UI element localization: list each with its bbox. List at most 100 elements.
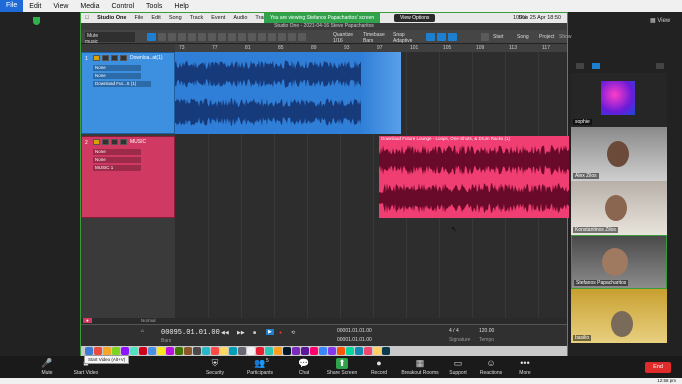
song-button[interactable]: Song bbox=[517, 33, 529, 41]
participant-tile-4[interactable]: Stefanos Papacharitos bbox=[571, 235, 667, 289]
dock-app-icon[interactable] bbox=[301, 347, 309, 355]
dock-app-icon[interactable] bbox=[247, 347, 255, 355]
dock-app-icon[interactable] bbox=[202, 347, 210, 355]
arrow-tool-icon[interactable] bbox=[147, 33, 156, 41]
redo-icon[interactable] bbox=[238, 33, 246, 41]
snap-grid-icon[interactable] bbox=[437, 33, 446, 41]
tempo[interactable]: 120.00 bbox=[479, 328, 494, 334]
rewind-icon[interactable]: ◀◀ bbox=[221, 330, 229, 336]
split-tool-icon[interactable] bbox=[168, 33, 176, 41]
menu-tools[interactable]: Tools bbox=[140, 3, 168, 10]
snap-icon[interactable] bbox=[298, 33, 306, 41]
track-1-channel[interactable]: Download Fut...S (1) bbox=[93, 81, 151, 87]
breakout-rooms-button[interactable]: ▦ Breakout Rooms bbox=[398, 358, 442, 376]
forward-icon[interactable]: ▶▶ bbox=[237, 330, 245, 336]
track-2-channel[interactable]: MUSIC 1 bbox=[93, 165, 141, 171]
dock-app-icon[interactable] bbox=[337, 347, 345, 355]
eraser-tool-icon[interactable] bbox=[178, 33, 186, 41]
dock-app-icon[interactable] bbox=[94, 347, 102, 355]
snap-toggle-icon[interactable] bbox=[426, 33, 435, 41]
dock-app-icon[interactable] bbox=[175, 347, 183, 355]
track-2-mute-button[interactable] bbox=[93, 139, 100, 145]
dock-app-icon[interactable] bbox=[265, 347, 273, 355]
audio-clip-2[interactable] bbox=[379, 136, 569, 218]
end-meeting-button[interactable]: End bbox=[645, 362, 671, 373]
dock-app-icon[interactable] bbox=[157, 347, 165, 355]
time-display[interactable]: 00095.01.01.00 bbox=[161, 329, 220, 337]
dock-app-icon[interactable] bbox=[166, 347, 174, 355]
dock-app-icon[interactable] bbox=[292, 347, 300, 355]
dock-app-icon[interactable] bbox=[130, 347, 138, 355]
record-tab[interactable]: ● bbox=[83, 318, 92, 323]
dock-app-icon[interactable] bbox=[139, 347, 147, 355]
track-2-name[interactable]: MUSIC bbox=[130, 139, 146, 145]
track-header-1[interactable]: 1 Downloa..at(1) None None Download Fut.… bbox=[81, 52, 175, 134]
track-1-solo-button[interactable] bbox=[102, 55, 109, 61]
record-icon[interactable]: ● bbox=[279, 330, 282, 336]
track-2-output[interactable]: None bbox=[93, 157, 141, 163]
dock-app-icon[interactable] bbox=[229, 347, 237, 355]
track-1-name[interactable]: Downloa..at(1) bbox=[130, 55, 163, 61]
loop-end[interactable]: 00001.01.01.00 bbox=[337, 337, 372, 343]
dock-app-icon[interactable] bbox=[112, 347, 120, 355]
loop-toggle-icon[interactable]: ⟲ bbox=[291, 330, 295, 336]
mute-tool-icon[interactable] bbox=[198, 33, 206, 41]
gallery-view-icon[interactable] bbox=[576, 63, 584, 69]
chat-button[interactable]: 💬 Chat bbox=[284, 358, 324, 376]
mac-menu-audio[interactable]: Audio bbox=[229, 15, 251, 21]
dock-app-icon[interactable] bbox=[373, 347, 381, 355]
listen-tool-icon[interactable] bbox=[218, 33, 226, 41]
mac-menu-file[interactable]: File bbox=[130, 15, 147, 21]
menu-help[interactable]: Help bbox=[168, 3, 194, 10]
dock-app-icon[interactable] bbox=[310, 347, 318, 355]
range-tool-icon[interactable] bbox=[158, 33, 166, 41]
record-button[interactable]: ● Record bbox=[359, 358, 399, 376]
dock-app-icon[interactable] bbox=[355, 347, 363, 355]
track-1-monitor-button[interactable] bbox=[120, 55, 127, 61]
project-button[interactable]: Project bbox=[539, 33, 555, 41]
play-icon[interactable]: ▶ bbox=[266, 329, 274, 335]
menu-control[interactable]: Control bbox=[105, 3, 140, 10]
autoscroll-icon[interactable] bbox=[258, 33, 266, 41]
dock-app-icon[interactable] bbox=[211, 347, 219, 355]
mac-menu-song[interactable]: Song bbox=[165, 15, 186, 21]
share-screen-button[interactable]: ⬆ Share Screen bbox=[322, 358, 362, 376]
menu-edit[interactable]: Edit bbox=[23, 3, 47, 10]
dock-app-icon[interactable] bbox=[256, 347, 264, 355]
undo-icon[interactable] bbox=[228, 33, 236, 41]
menu-media[interactable]: Media bbox=[74, 3, 105, 10]
dock-app-icon[interactable] bbox=[148, 347, 156, 355]
track-1-record-button[interactable] bbox=[111, 55, 118, 61]
speaker-view-icon[interactable] bbox=[592, 63, 600, 69]
dock-app-icon[interactable] bbox=[184, 347, 192, 355]
help-icon[interactable] bbox=[248, 33, 256, 41]
dock-app-icon[interactable] bbox=[274, 347, 282, 355]
track-1-output[interactable]: None bbox=[93, 73, 141, 79]
dock-app-icon[interactable] bbox=[346, 347, 354, 355]
timeline-ruler[interactable]: 73 77 81 85 89 93 97 101 105 109 113 117 bbox=[175, 44, 567, 52]
show-button[interactable]: Show bbox=[559, 33, 572, 41]
view-options-button[interactable]: View Options bbox=[394, 14, 436, 22]
dock-app-icon[interactable] bbox=[364, 347, 372, 355]
loop-start[interactable]: 00001.01.01.00 bbox=[337, 328, 372, 334]
dock-app-icon[interactable] bbox=[319, 347, 327, 355]
track-1-mute-button[interactable] bbox=[93, 55, 100, 61]
mute-button[interactable]: 🎤 Mute bbox=[27, 358, 67, 376]
track-2-input[interactable]: None bbox=[93, 149, 141, 155]
participant-tile-5[interactable]: basilio bbox=[571, 289, 667, 343]
normal-tab[interactable]: Normal bbox=[141, 318, 156, 323]
dock-app-icon[interactable] bbox=[85, 347, 93, 355]
metronome-icon[interactable]: ⌂ bbox=[141, 328, 144, 334]
menu-file[interactable]: File bbox=[0, 0, 24, 12]
dock-app-icon[interactable] bbox=[103, 347, 111, 355]
paint-tool-icon[interactable] bbox=[188, 33, 196, 41]
bend-tool-icon[interactable] bbox=[208, 33, 216, 41]
menu-view[interactable]: View bbox=[47, 3, 74, 10]
mac-menu-track[interactable]: Track bbox=[186, 15, 208, 21]
dock-app-icon[interactable] bbox=[283, 347, 291, 355]
dock-app-icon[interactable] bbox=[121, 347, 129, 355]
dock-app-icon[interactable] bbox=[382, 347, 390, 355]
participant-tile-2[interactable]: Alex Zilos bbox=[571, 127, 667, 181]
participant-tile-1[interactable]: sophie bbox=[571, 73, 667, 127]
minimize-icon[interactable] bbox=[656, 63, 664, 69]
